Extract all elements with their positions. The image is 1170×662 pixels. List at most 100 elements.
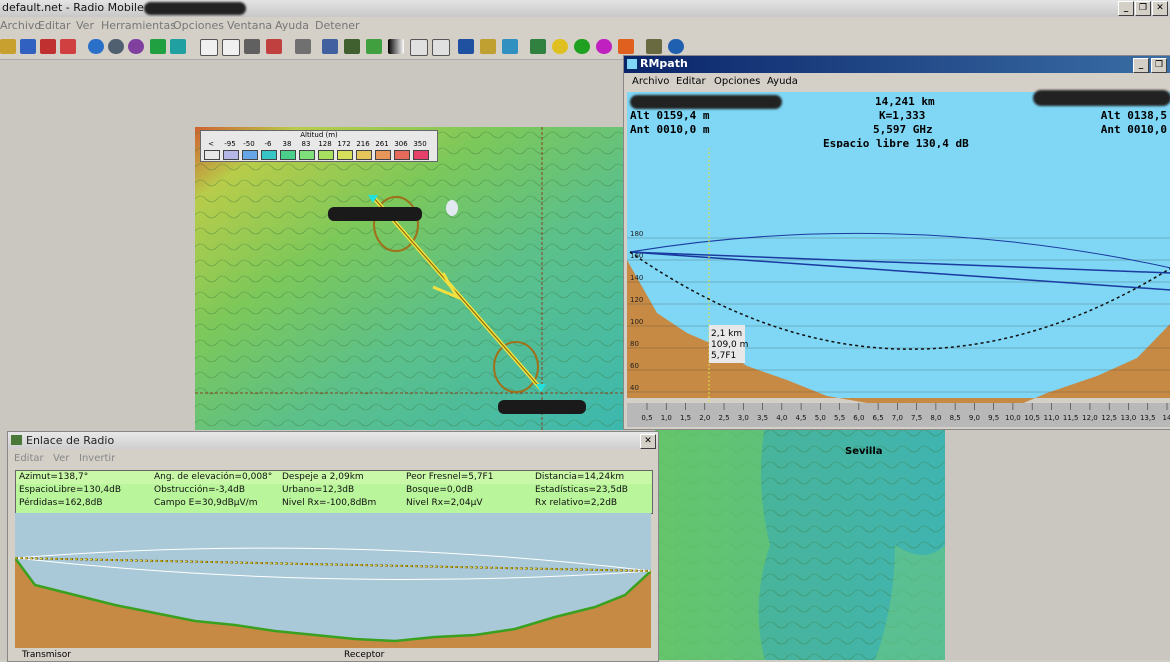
x-tick-label: 7,5 <box>911 414 922 422</box>
antenna-icon[interactable] <box>530 39 546 54</box>
gradient-icon[interactable] <box>388 39 404 54</box>
menu-ayuda[interactable]: Ayuda <box>275 19 309 32</box>
close-icon[interactable]: ✕ <box>1152 1 1168 16</box>
arrow-right-icon[interactable] <box>170 39 186 54</box>
radio-link-menu-ver[interactable]: Ver <box>53 453 69 464</box>
legend-swatch <box>413 150 429 160</box>
x-tick-label: 9,0 <box>969 414 980 422</box>
cursor-info-line: 5,7F1 <box>711 351 736 361</box>
legend-title: Altitud (m) <box>300 131 338 139</box>
radio-link-app-icon <box>11 435 22 445</box>
rmpath-minimize-icon[interactable]: _ <box>1133 58 1149 73</box>
free-space-value: EspacioLibre=130,4dB <box>19 485 122 495</box>
redacted-title-part <box>144 2 246 15</box>
menu-archivo[interactable]: Archivo <box>0 19 41 32</box>
polar-icon[interactable] <box>596 39 612 54</box>
x-tick-label: 4,5 <box>796 414 807 422</box>
tx-antenna: Ant 0010,0 m <box>630 123 710 136</box>
x-tick-label: 5,5 <box>834 414 845 422</box>
window3-icon[interactable] <box>244 39 260 54</box>
internet-icon[interactable] <box>668 39 684 54</box>
menu-herramientas[interactable]: Herramientas <box>101 19 176 32</box>
rx-antenna: Ant 0010,0 <box>1100 123 1167 136</box>
y-tick-label: 120 <box>630 296 643 304</box>
map-graphic <box>195 127 625 430</box>
arrow-left-icon[interactable] <box>150 39 166 54</box>
redacted-rx-name <box>1033 90 1170 106</box>
paint-icon[interactable] <box>366 39 382 54</box>
tx-altitude: Alt 0159,4 m <box>630 109 710 122</box>
disk-icon[interactable] <box>108 39 124 54</box>
cursor-info-line: 109,0 m <box>711 340 748 350</box>
legend-swatch <box>204 150 220 160</box>
forest-value: Bosque=0,0dB <box>406 485 474 495</box>
film-icon[interactable] <box>646 39 662 54</box>
elevation-map[interactable] <box>195 127 625 430</box>
restore-icon[interactable]: ❐ <box>1135 1 1151 16</box>
legend-swatch <box>356 150 372 160</box>
star-icon[interactable] <box>618 39 634 54</box>
rmpath-menu-ayuda[interactable]: Ayuda <box>767 76 798 87</box>
window4-icon[interactable] <box>266 39 282 54</box>
person-icon[interactable] <box>480 39 496 54</box>
elevation-map-lower[interactable] <box>655 425 945 660</box>
rmpath-restore-icon[interactable]: ❐ <box>1151 58 1167 73</box>
x-tick-label: 1,0 <box>661 414 672 422</box>
open-icon[interactable] <box>0 39 16 54</box>
elevation-angle-value: Ang. de elevación=0,008° <box>154 472 273 482</box>
profile-icon[interactable] <box>410 39 428 56</box>
menu-editar[interactable]: Editar <box>38 19 71 32</box>
legend-swatch <box>242 150 258 160</box>
network-icon[interactable] <box>20 39 36 54</box>
rmpath-profile-svg: 180160140120100806040202,1 km109,0 m5,7F… <box>627 148 1170 428</box>
menu-ver[interactable]: Ver <box>76 19 94 32</box>
transmitter-label[interactable]: Transmisor <box>22 650 71 660</box>
radio-link-profile-chart[interactable] <box>13 513 652 648</box>
map-icon[interactable] <box>344 39 360 54</box>
legend-label: 306 <box>394 140 408 148</box>
main-title-bar: default.net - Radio Mobile - _ ❐ ✕ <box>0 0 1170 17</box>
legend-label: < <box>208 140 214 148</box>
menu-ventana[interactable]: Ventana <box>227 19 272 32</box>
redacted-site-label-a <box>328 207 422 221</box>
minimize-icon[interactable]: _ <box>1118 1 1134 16</box>
screen-icon[interactable] <box>458 39 474 54</box>
copy-icon[interactable] <box>322 39 338 54</box>
zoom-icon[interactable] <box>502 39 518 54</box>
main-menubar: Archivo Editar Ver Herramientas Opciones… <box>0 17 1170 35</box>
worst-fresnel-value: Peor Fresnel=5,7F1 <box>406 472 494 482</box>
menu-detener[interactable]: Detener <box>315 19 360 32</box>
rmpath-menu-archivo[interactable]: Archivo <box>632 76 669 87</box>
rmpath-profile-chart[interactable]: 180160140120100806040202,1 km109,0 m5,7F… <box>627 148 1170 428</box>
world-icon[interactable] <box>128 39 144 54</box>
coverage-icon[interactable] <box>574 39 590 54</box>
legend-label: -95 <box>224 140 236 148</box>
x-tick-label: 5,0 <box>815 414 826 422</box>
window1-icon[interactable] <box>200 39 218 56</box>
link-icon[interactable] <box>40 39 56 54</box>
grid-icon[interactable] <box>432 39 450 56</box>
rmpath-menu-opciones[interactable]: Opciones <box>714 76 760 87</box>
rx-relative-value: Rx relativo=2,2dB <box>535 498 618 508</box>
tools-icon[interactable] <box>60 39 76 54</box>
radio-link-menu-invertir[interactable]: Invertir <box>79 453 115 464</box>
rx-level-dbm-value: Nivel Rx=-100,8dBm <box>282 498 377 508</box>
legend-label: 172 <box>337 140 351 148</box>
y-tick-label: 40 <box>630 384 639 392</box>
x-tick-label: 12,0 <box>1082 414 1098 422</box>
x-tick-label: 10,5 <box>1024 414 1040 422</box>
city-label-sevilla: Sevilla <box>845 446 883 457</box>
y-tick-label: 100 <box>630 318 643 326</box>
receiver-label[interactable]: Receptor <box>344 650 384 660</box>
rmpath-menu-editar[interactable]: Editar <box>676 76 706 87</box>
target-icon[interactable] <box>552 39 568 54</box>
legend-swatch <box>223 150 239 160</box>
legend-swatch <box>375 150 391 160</box>
radio-link-close-icon[interactable]: ✕ <box>640 434 656 449</box>
print-icon[interactable] <box>295 39 311 54</box>
menu-opciones[interactable]: Opciones <box>173 19 224 32</box>
window2-icon[interactable] <box>222 39 240 56</box>
globe-icon[interactable] <box>88 39 104 54</box>
radio-link-menu-editar[interactable]: Editar <box>14 453 44 464</box>
legend-label: 216 <box>356 140 370 148</box>
